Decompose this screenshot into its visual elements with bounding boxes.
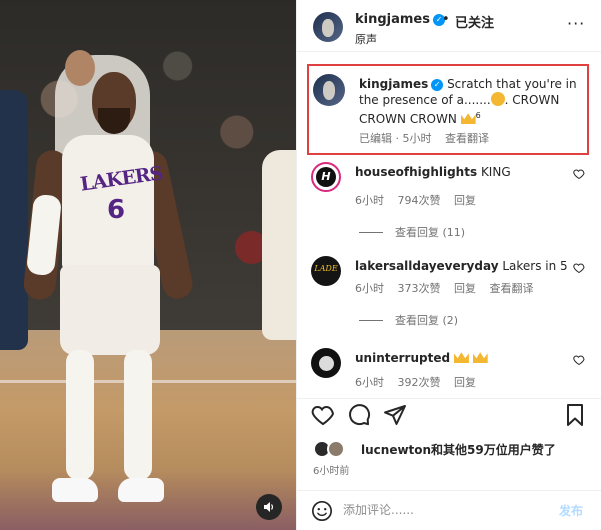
audio-label[interactable]: 原声 [355,31,377,47]
header-separator: • [442,12,450,27]
comment-composer: 发布 [297,490,601,530]
comment-time: 6小时 [355,282,384,295]
comment-meta: 6小时 794次赞 回复 [355,192,486,208]
caption-translate-link[interactable]: 查看翻译 [445,132,489,145]
comment-text: houseofhighlights KING [355,164,575,180]
caption-edited: 已编辑 [359,132,392,145]
caption-meta: 已编辑 · 5小时 查看翻译 [359,130,499,146]
post-side-panel: kingjames ✓ • 已关注 原声 ··· kingjames ✓ Scrat… [296,0,601,530]
posted-time[interactable]: 6小时前 [313,462,349,477]
crown-emoji-icon [460,113,476,124]
comment-likes[interactable]: 794次赞 [398,194,441,207]
following-button[interactable]: 已关注 [455,12,494,31]
more-options-icon[interactable]: ··· [567,14,585,33]
commenter-avatar[interactable]: LADE [311,256,341,286]
comment-time: 6小时 [355,194,384,207]
author-username[interactable]: kingjames ✓ [355,12,445,27]
post-comment-button[interactable]: 发布 [559,502,583,519]
crown-emoji-icon [453,352,469,363]
comment-meta: 6小时 392次赞 回复 [355,374,486,390]
caption-time: · 5小时 [395,132,432,145]
comment-likes[interactable]: 392次赞 [398,376,441,389]
comment-time: 6小时 [355,376,384,389]
like-comment-heart-icon[interactable] [573,168,585,180]
likes-text[interactable]: lucnewton和其他59万位用户赞了 [361,441,556,458]
face-emoji-icon [490,92,505,106]
player-right-shoe [118,478,164,502]
comment-username[interactable]: lakersalldayeveryday [355,259,499,273]
comment-reply-button[interactable]: 回复 [454,282,476,295]
likes-summary[interactable]: lucnewton和其他59万位用户赞了 [313,440,598,462]
comment-body: Lakers in 5 [502,259,568,273]
commenter-avatar[interactable] [311,348,341,378]
comment-translate-link[interactable]: 查看翻译 [490,282,534,295]
crown-emoji-icon [472,352,488,363]
post-photo[interactable]: LAKERS 6 [0,0,296,530]
comment-text: uninterrupted [355,350,575,366]
jersey-number: 6 [107,195,126,225]
comment-input[interactable] [343,499,543,521]
verified-badge-icon: ✓ [431,79,444,91]
lade-logo-icon: LADE [314,264,338,273]
caption-superscript: 6 [475,111,481,120]
comment-bubble-icon[interactable] [347,403,371,427]
save-bookmark-icon[interactable] [563,403,587,427]
comment-meta: 6小时 373次赞 回复 查看翻译 [355,280,544,296]
like-heart-icon[interactable] [311,403,335,427]
player-shorts [60,265,160,355]
background-player-left [0,90,28,350]
post-caption: kingjames ✓ Scratch that you're in the pr… [307,64,589,155]
commenter-avatar[interactable]: H [311,162,341,192]
like-comment-heart-icon[interactable] [573,354,585,366]
player-right-leg [124,350,152,480]
author-username-text[interactable]: kingjames [355,12,430,27]
post-action-bar [297,398,601,430]
caption-text: kingjames ✓ Scratch that you're in the pr… [359,76,584,127]
comment-reply-button[interactable]: 回复 [454,194,476,207]
speaker-icon [264,502,273,512]
comment-username[interactable]: houseofhighlights [355,165,477,179]
like-comment-heart-icon[interactable] [573,262,585,274]
player-left-shoe [52,478,98,502]
caption-username[interactable]: kingjames [359,77,428,91]
player-left-leg [66,350,94,480]
h-logo-icon: H [316,167,336,187]
liker-avatar [327,440,345,458]
sound-toggle-button[interactable] [256,494,282,520]
view-replies-link[interactable]: 查看回复 (11) [359,224,465,240]
comment-reply-button[interactable]: 回复 [454,376,476,389]
comment-likes[interactable]: 373次赞 [398,282,441,295]
background-player-right [262,150,296,340]
post-header: kingjames ✓ • 已关注 原声 ··· [297,0,601,52]
caption-avatar[interactable] [313,74,345,106]
comments-list[interactable]: kingjames ✓ Scratch that you're in the pr… [297,60,601,390]
comment-username[interactable]: uninterrupted [355,351,450,365]
comment-text: lakersalldayeveryday Lakers in 5 [355,258,575,274]
background-spectator-head [65,50,95,86]
comment-body: KING [480,165,511,179]
emoji-smiley-icon[interactable] [311,500,333,522]
share-paper-plane-icon[interactable] [383,403,407,427]
view-replies-link[interactable]: 查看回复 (2) [359,312,458,328]
author-avatar[interactable] [313,12,343,42]
